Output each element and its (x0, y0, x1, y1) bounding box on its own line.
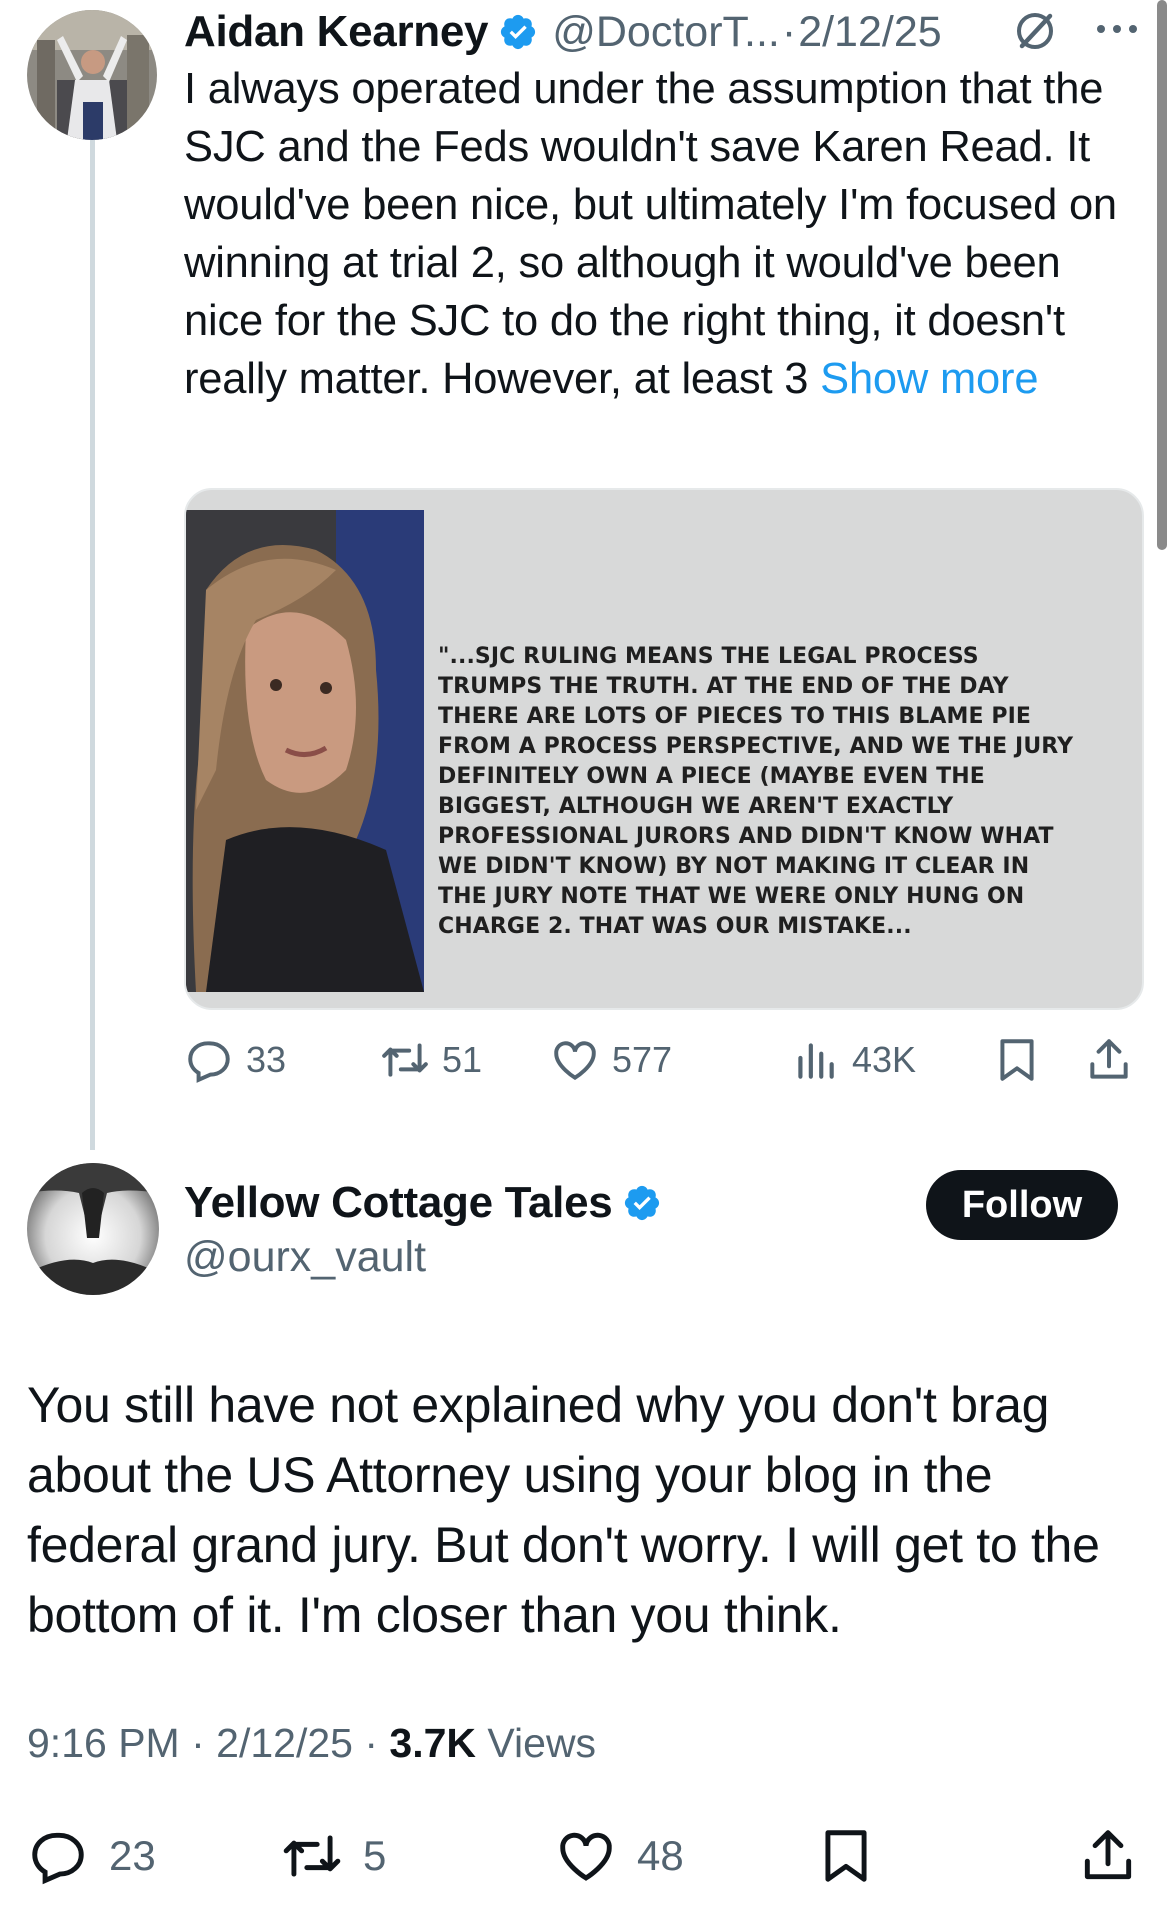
tweet-time[interactable]: 9:16 PM (27, 1720, 180, 1766)
separator: · (364, 1720, 390, 1766)
separator: · (191, 1720, 217, 1766)
tweet-date[interactable]: 2/12/25 (798, 8, 941, 57)
like-icon (560, 1832, 612, 1881)
avatar[interactable] (27, 1163, 159, 1295)
more-icon[interactable] (1094, 22, 1140, 36)
like-count: 48 (637, 1832, 684, 1879)
thread-connector-line (90, 140, 95, 1150)
views-label: Views (487, 1720, 597, 1766)
author-name[interactable]: Aidan Kearney (184, 7, 489, 57)
show-more-link[interactable]: Show more (820, 355, 1038, 403)
bookmark-button[interactable] (992, 1030, 1054, 1090)
reply-button[interactable]: 23 (27, 1820, 156, 1892)
bookmark-icon (825, 1830, 867, 1882)
tweet-meta: 9:16 PM · 2/12/25 · 3.7K Views (27, 1720, 596, 1767)
like-count: 577 (612, 1039, 673, 1080)
grok-icon[interactable] (1010, 6, 1060, 56)
share-button[interactable] (1077, 1820, 1159, 1892)
author-name[interactable]: Yellow Cottage Tales (184, 1178, 613, 1228)
share-icon (1084, 1830, 1132, 1880)
views-icon (798, 1043, 834, 1079)
media-quote-text: "...SJC RULING MEANS THE LEGAL PROCESS T… (438, 644, 1074, 939)
author-handle[interactable]: @ourx_vault (184, 1233, 426, 1282)
tweet-body: I always operated under the assumption t… (184, 65, 1117, 403)
bookmark-icon (1000, 1039, 1034, 1081)
repost-count: 51 (442, 1039, 483, 1080)
separator: · (781, 7, 797, 56)
repost-icon (382, 1043, 428, 1077)
author-handle[interactable]: @DoctorT... (552, 8, 780, 57)
reply-icon (32, 1832, 84, 1885)
verified-badge-icon (625, 1185, 660, 1221)
reply-text: You still have not explained why you don… (27, 1377, 1100, 1643)
reply-actions: 23 5 48 (27, 1820, 1147, 1892)
tweet-header: Aidan Kearney @DoctorT... · 2/12/25 (184, 4, 1146, 60)
repost-icon (283, 1835, 341, 1877)
reply-count: 23 (109, 1832, 156, 1879)
views-count: 3.7K (389, 1720, 477, 1766)
follow-button[interactable]: Follow (926, 1170, 1118, 1240)
tweet-media[interactable]: "...SJC RULING MEANS THE LEGAL PROCESS T… (184, 488, 1144, 1010)
repost-count: 5 (363, 1832, 387, 1879)
reply-count: 33 (246, 1039, 287, 1080)
reply-header: Yellow Cottage Tales (184, 1173, 676, 1233)
repost-button[interactable]: 51 (380, 1030, 482, 1090)
views-button[interactable]: 43K (790, 1030, 916, 1090)
verified-badge-icon (501, 14, 536, 50)
reply-icon (188, 1041, 230, 1083)
share-button[interactable] (1084, 1030, 1146, 1090)
like-button[interactable]: 48 (555, 1820, 684, 1892)
tweet-date[interactable]: 2/12/25 (216, 1720, 353, 1766)
bookmark-button[interactable] (815, 1820, 897, 1892)
media-photo (186, 510, 424, 992)
views-count: 43K (852, 1039, 917, 1080)
like-icon (554, 1041, 596, 1081)
tweet-actions: 33 51 577 43K (184, 1030, 1144, 1090)
tweet-text: I always operated under the assumption t… (184, 60, 1134, 408)
repost-button[interactable]: 5 (281, 1820, 386, 1892)
avatar[interactable] (27, 10, 157, 140)
scrollbar[interactable] (1157, 0, 1167, 550)
like-button[interactable]: 577 (550, 1030, 672, 1090)
reply-button[interactable]: 33 (184, 1030, 286, 1090)
share-icon (1090, 1039, 1128, 1079)
